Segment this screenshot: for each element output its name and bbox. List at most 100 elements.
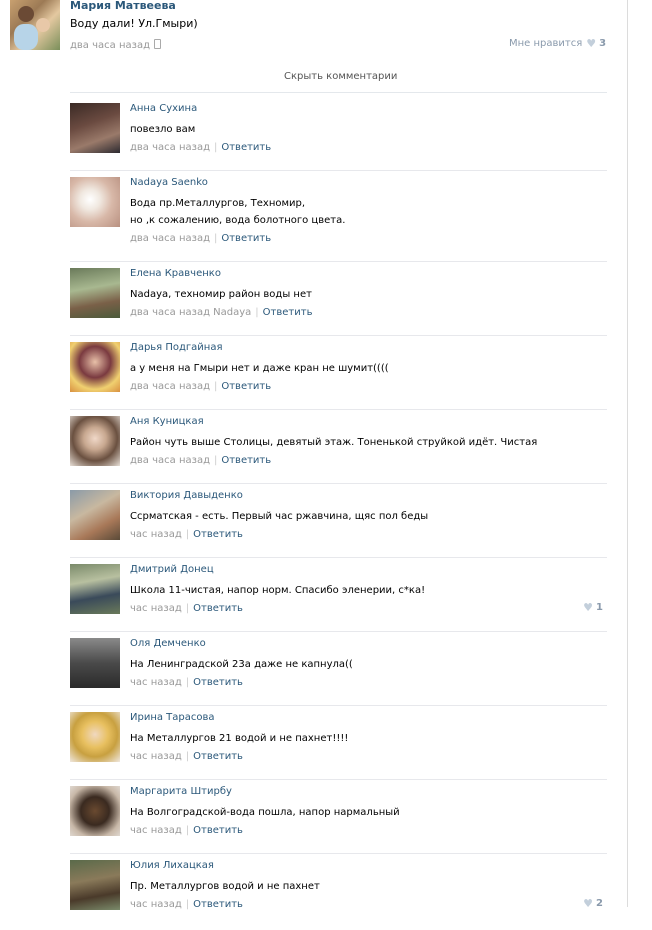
heart-icon: ♥ <box>586 37 597 50</box>
comment-meta: час назад | Ответить <box>130 677 243 688</box>
reply-link[interactable]: Ответить <box>193 603 243 614</box>
reply-link[interactable]: Ответить <box>221 142 271 153</box>
comment-author-avatar[interactable] <box>70 268 120 318</box>
reply-link[interactable]: Ответить <box>221 381 271 392</box>
comment-author-avatar[interactable] <box>70 860 120 910</box>
comment-meta: два часа назад | Ответить <box>130 381 271 392</box>
comment-divider <box>70 557 607 558</box>
comment-author-name[interactable]: Елена Кравченко <box>130 268 221 279</box>
comment-author-name[interactable]: Nadaya Saenko <box>130 177 208 188</box>
comment-author-avatar[interactable] <box>70 638 120 688</box>
comment-text: Nadaya, техномир район воды нет <box>130 289 312 300</box>
reply-link[interactable]: Ответить <box>221 233 271 244</box>
comment-author-name[interactable]: Юлия Лихацкая <box>130 860 214 871</box>
reply-link[interactable]: Ответить <box>193 529 243 540</box>
separator: | <box>185 677 190 688</box>
hide-comments-link[interactable]: Скрыть комментарии <box>284 71 397 82</box>
comment-divider <box>70 261 607 262</box>
comment-item: Аня Куницкая Район чуть выше Столицы, дев… <box>70 416 607 486</box>
comment-author-avatar[interactable] <box>70 490 120 540</box>
comment-item: Nadaya Saenko Вода пр.Металлургов, Техном… <box>70 177 607 262</box>
comment-meta: два часа назад Nadaya | Ответить <box>130 307 312 318</box>
comment-author-name[interactable]: Ирина Тарасова <box>130 712 215 723</box>
comment-like-button[interactable]: ♥ 2 <box>579 898 603 909</box>
comment-time[interactable]: час назад <box>130 677 182 688</box>
comment-text: Вода пр.Металлургов, Техномир, <box>130 198 306 209</box>
comment-time[interactable]: час назад <box>130 899 182 910</box>
heart-icon: ♥ <box>583 601 594 614</box>
comment-author-avatar[interactable] <box>70 416 120 466</box>
comment-item: Дарья Подгайная а у меня на Гмыри нет и д… <box>70 342 607 412</box>
comment-author-name[interactable]: Оля Демченко <box>130 638 206 649</box>
comment-like-button[interactable]: ♥ 1 <box>579 602 603 613</box>
comment-author-avatar[interactable] <box>70 786 120 836</box>
comment-time[interactable]: час назад <box>130 751 182 762</box>
comment-time[interactable]: два часа назад <box>130 233 210 244</box>
post-like-button[interactable]: Мне нравится ♥ 3 <box>509 38 606 49</box>
comment-author-avatar[interactable] <box>70 564 120 614</box>
comment-item: Ирина Тарасова На Металлургов 21 водой и … <box>70 712 607 782</box>
comment-meta: час назад | Ответить <box>130 603 243 614</box>
post-author-avatar[interactable] <box>10 0 60 50</box>
comment-divider <box>70 335 607 336</box>
comment-author-name[interactable]: Маргарита Штирбу <box>130 786 232 797</box>
separator: | <box>185 529 190 540</box>
heart-icon: ♥ <box>583 897 594 910</box>
comment-time[interactable]: два часа назад <box>130 455 210 466</box>
comment-text: Ссрматская - есть. Первый час ржавчина, … <box>130 511 429 522</box>
post-time-text[interactable]: два часа назад <box>70 40 150 51</box>
comment-meta: час назад | Ответить <box>130 529 243 540</box>
separator: | <box>185 751 190 762</box>
reply-link[interactable]: Ответить <box>221 455 271 466</box>
separator: | <box>185 825 190 836</box>
reply-link[interactable]: Ответить <box>193 677 243 688</box>
comment-meta: час назад | Ответить <box>130 825 243 836</box>
comment-time[interactable]: час назад <box>130 603 182 614</box>
comment-meta: два часа назад | Ответить <box>130 455 271 466</box>
comment-author-name[interactable]: Анна Сухина <box>130 103 197 114</box>
comment-like-count: 1 <box>596 602 603 613</box>
comment-text: но ,к сожалению, вода болотного цвета. <box>130 215 346 226</box>
comment-divider <box>70 705 607 706</box>
comment-divider <box>70 409 607 410</box>
comment-text: Школа 11-чистая, напор норм. Спасибо эле… <box>130 585 426 596</box>
comment-item: Елена Кравченко Nadaya, техномир район во… <box>70 268 607 338</box>
comment-divider <box>70 853 607 854</box>
comment-author-name[interactable]: Дмитрий Донец <box>130 564 214 575</box>
comment-text: На Волгоградской-вода пошла, напор нарма… <box>130 807 400 818</box>
comment-time[interactable]: час назад <box>130 529 182 540</box>
wall-post: Мария Матвеева Воду дали! Ул.Гмыри) два … <box>10 0 610 52</box>
reply-link[interactable]: Ответить <box>193 899 243 910</box>
comment-item: Дмитрий Донец Школа 11-чистая, напор норм… <box>70 564 607 634</box>
reply-link[interactable]: Ответить <box>193 751 243 762</box>
comment-time[interactable]: два часа назад <box>130 381 210 392</box>
separator: | <box>185 899 190 910</box>
comment-text: На Ленинградской 23а даже не капнула(( <box>130 659 353 670</box>
separator: | <box>213 142 218 153</box>
comment-time[interactable]: два часа назад <box>130 142 210 153</box>
post-text: Воду дали! Ул.Гмыри) <box>70 17 198 30</box>
like-count: 3 <box>599 38 607 49</box>
comment-author-name[interactable]: Аня Куницкая <box>130 416 204 427</box>
comment-text: Пр. Металлургов водой и не пахнет <box>130 881 320 892</box>
comment-author-name[interactable]: Виктория Давыденко <box>130 490 243 501</box>
comment-time[interactable]: час назад <box>130 825 182 836</box>
comment-divider <box>70 483 607 484</box>
comment-author-avatar[interactable] <box>70 177 120 227</box>
reply-link[interactable]: Ответить <box>263 307 313 318</box>
reply-link[interactable]: Ответить <box>193 825 243 836</box>
comment-divider <box>70 170 607 171</box>
comment-divider <box>70 779 607 780</box>
comment-divider <box>70 631 607 632</box>
comment-author-name[interactable]: Дарья Подгайная <box>130 342 223 353</box>
page-right-border <box>627 0 628 907</box>
comment-author-avatar[interactable] <box>70 103 120 153</box>
comment-time[interactable]: два часа назад Nadaya <box>130 307 251 318</box>
comment-text: повезло вам <box>130 124 196 135</box>
post-time[interactable]: два часа назад <box>70 39 161 51</box>
comment-text: Район чуть выше Столицы, девятый этаж. Т… <box>130 437 538 448</box>
comment-meta: час назад | Ответить <box>130 899 243 910</box>
comment-author-avatar[interactable] <box>70 712 120 762</box>
post-author-name[interactable]: Мария Матвеева <box>70 0 176 12</box>
comment-author-avatar[interactable] <box>70 342 120 392</box>
